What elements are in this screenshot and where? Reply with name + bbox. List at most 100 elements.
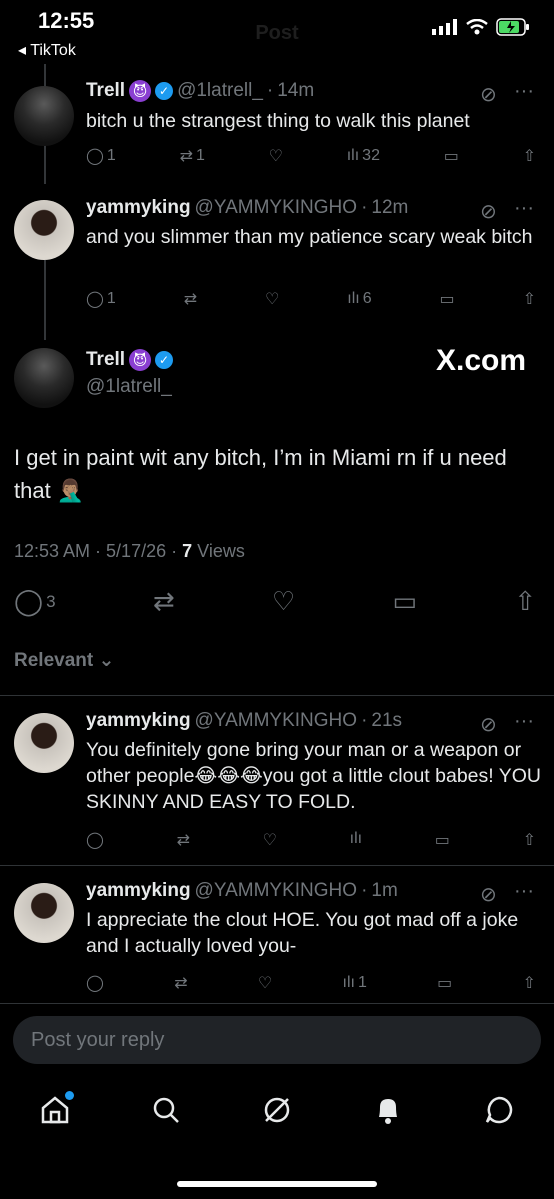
repost-button[interactable]: ⇄ 1 xyxy=(180,146,205,166)
author-name[interactable]: yammyking xyxy=(86,197,191,219)
battery-icon xyxy=(496,18,529,36)
views-button[interactable]: ılı xyxy=(350,830,362,850)
views-label: Views xyxy=(197,541,245,561)
reply-button[interactable]: ◯ 1 xyxy=(86,289,116,309)
author-handle[interactable]: @YAMMYKINGHO xyxy=(195,197,358,219)
views-icon: ılı xyxy=(347,290,360,307)
views-count: 7 xyxy=(182,541,193,561)
tweet-time: 14m xyxy=(277,80,315,101)
signal-icon xyxy=(432,19,457,35)
bookmark-button[interactable]: ▭ xyxy=(444,146,459,166)
timestamp-row: 12:53 AM · 5/17/26 · 7 Views xyxy=(14,541,245,562)
repost-icon: ⇄ xyxy=(179,148,193,165)
more-icon[interactable]: ··· xyxy=(514,197,534,220)
author-handle[interactable]: @1latrell_ xyxy=(86,376,172,398)
grok-icon[interactable]: ⊘ xyxy=(480,82,497,107)
share-icon: ⇧ xyxy=(522,291,536,308)
bookmark-button[interactable]: ▭ xyxy=(435,830,450,850)
tweet-time: 1m xyxy=(371,880,398,901)
share-button[interactable]: ⇧ xyxy=(523,289,536,309)
repost-button[interactable]: ⇄ xyxy=(174,973,187,993)
notifications-icon[interactable] xyxy=(371,1093,405,1132)
repost-button[interactable]: ⇄ xyxy=(153,586,175,617)
main-actions: ◯ 3 ⇄ ♡ ▭ ⇧ xyxy=(14,586,536,617)
divider xyxy=(0,695,554,696)
share-button[interactable]: ⇧ xyxy=(523,973,536,993)
grok-icon[interactable] xyxy=(260,1093,294,1132)
share-button[interactable]: ⇧ xyxy=(514,586,536,617)
more-icon[interactable]: ··· xyxy=(514,80,534,103)
sort-dropdown[interactable]: Relevant ⌄ xyxy=(14,649,114,672)
verified-icon: ✓ xyxy=(155,82,174,100)
status-icons xyxy=(432,18,530,36)
verified-icon: ✓ xyxy=(155,351,174,369)
grok-icon[interactable]: ⊘ xyxy=(480,882,497,907)
reply-button[interactable]: ◯ 1 xyxy=(86,146,116,166)
tweet-time: 21s xyxy=(371,710,403,731)
messages-icon[interactable] xyxy=(482,1093,516,1132)
divider xyxy=(0,1003,554,1004)
share-icon: ⇧ xyxy=(522,148,536,165)
more-icon[interactable]: ··· xyxy=(514,710,534,733)
avatar[interactable] xyxy=(14,86,74,146)
devil-emoji-icon: 😈 xyxy=(129,80,152,102)
views-button[interactable]: ılı 6 xyxy=(347,289,371,309)
tweet-actions: ◯ 1 ⇄ 1 ♡ ılı 32 ▭ ⇧ xyxy=(86,146,536,166)
repost-button[interactable]: ⇄ xyxy=(184,289,197,309)
grok-icon[interactable]: ⊘ xyxy=(480,712,497,737)
timestamp: 12:53 AM · 5/17/26 · xyxy=(14,541,178,561)
tweet-header: yammyking @YAMMYKINGHO · 12m xyxy=(86,197,409,219)
notification-dot xyxy=(65,1090,75,1100)
thread-line xyxy=(44,260,46,340)
main-author: Trell 😈 ✓ xyxy=(86,349,174,371)
like-button[interactable]: ♡ xyxy=(258,973,272,993)
reply-button[interactable]: ◯ xyxy=(86,973,104,993)
tweet-actions: ◯ ⇄ ♡ ılı ▭ ⇧ xyxy=(86,830,536,850)
avatar[interactable] xyxy=(14,200,74,260)
reply-icon: ◯ xyxy=(86,291,104,308)
watermark: X.com xyxy=(436,344,527,377)
tweet-text: I appreciate the clout HOE. You got mad … xyxy=(86,909,519,957)
like-button[interactable]: ♡ xyxy=(272,586,295,617)
views-button[interactable]: ılı 32 xyxy=(347,146,380,166)
reply-button[interactable]: ◯ xyxy=(86,830,104,850)
author-name[interactable]: Trell xyxy=(86,349,125,371)
tweet-time: 12m xyxy=(371,197,409,218)
wifi-icon xyxy=(466,19,488,35)
avatar[interactable] xyxy=(14,713,74,773)
author-name[interactable]: yammyking xyxy=(86,880,191,902)
divider xyxy=(0,865,554,866)
more-icon[interactable]: ··· xyxy=(514,880,534,903)
author-handle[interactable]: @1latrell_ xyxy=(177,80,263,102)
home-icon[interactable] xyxy=(38,1090,75,1132)
repost-button[interactable]: ⇄ xyxy=(177,830,190,850)
avatar[interactable] xyxy=(14,348,74,408)
heart-icon: ♡ xyxy=(265,291,280,308)
bookmark-button[interactable]: ▭ xyxy=(437,973,452,993)
like-button[interactable]: ♡ xyxy=(265,289,279,309)
bottom-nav xyxy=(0,1080,554,1144)
reply-icon: ◯ xyxy=(14,586,44,616)
author-name[interactable]: yammyking xyxy=(86,710,191,732)
tweet-text: and you slimmer than my patience scary w… xyxy=(86,226,533,248)
bookmark-button[interactable]: ▭ xyxy=(392,586,417,617)
tweet-text: bitch u the strangest thing to walk this… xyxy=(86,110,470,132)
author-handle[interactable]: @YAMMYKINGHO xyxy=(195,880,358,902)
avatar[interactable] xyxy=(14,883,74,943)
bookmark-button[interactable]: ▭ xyxy=(440,289,455,309)
share-button[interactable]: ⇧ xyxy=(523,146,536,166)
main-tweet-text: I get in paint wit any bitch, I’m in Mia… xyxy=(14,445,507,503)
share-button[interactable]: ⇧ xyxy=(523,830,536,850)
like-button[interactable]: ♡ xyxy=(269,146,283,166)
author-handle[interactable]: @YAMMYKINGHO xyxy=(195,710,358,732)
bookmark-icon: ▭ xyxy=(439,291,455,308)
tweet-actions: ◯ ⇄ ♡ ılı 1 ▭ ⇧ xyxy=(86,973,536,993)
grok-icon[interactable]: ⊘ xyxy=(480,199,497,224)
home-indicator[interactable] xyxy=(177,1181,377,1187)
like-button[interactable]: ♡ xyxy=(263,830,277,850)
reply-button[interactable]: ◯ 3 xyxy=(14,586,56,617)
reply-input[interactable]: Post your reply xyxy=(13,1016,541,1064)
views-button[interactable]: ılı 1 xyxy=(343,973,367,993)
search-icon[interactable] xyxy=(149,1093,183,1132)
author-name[interactable]: Trell xyxy=(86,80,125,102)
